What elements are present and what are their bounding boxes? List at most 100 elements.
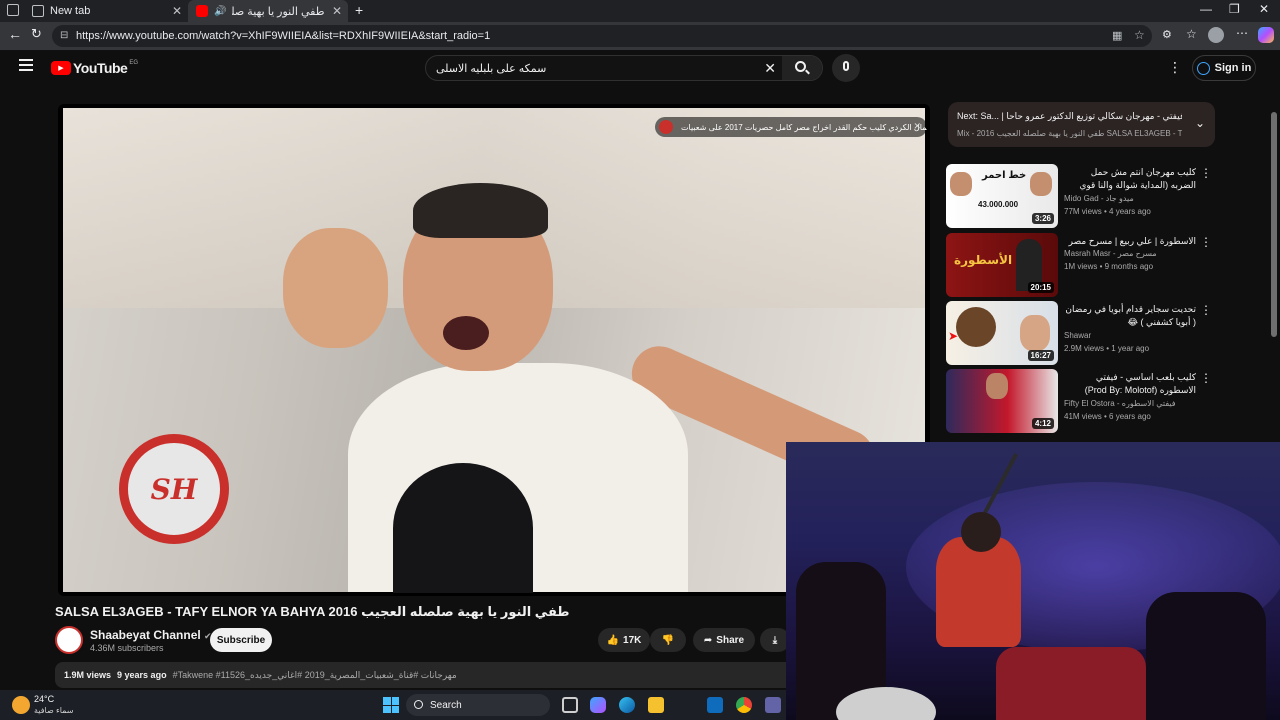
recommendation-channel[interactable]: Fifty El Ostora - فيفتي الاسطوره [1064, 399, 1176, 408]
subscriber-count: 4.36M subscribers [90, 643, 164, 653]
tab-actions-icon[interactable] [7, 4, 19, 16]
recommendation-meta: 2.9M views • 1 year ago [1064, 344, 1150, 353]
windows-start-icon[interactable] [383, 697, 399, 713]
new-tab-button[interactable]: + [355, 2, 363, 18]
recommendation-channel[interactable]: Mido Gad - ميدو جاد [1064, 194, 1134, 203]
facecam-red-chair [996, 647, 1146, 720]
subscribe-button[interactable]: Subscribe [210, 628, 272, 652]
chevron-down-icon[interactable]: ⌄ [1195, 116, 1205, 130]
video-person-mouth [443, 316, 489, 350]
voice-search-button[interactable] [832, 54, 860, 82]
facecam-person-head [961, 512, 1001, 552]
favorites-icon[interactable]: ☆ [1186, 27, 1197, 41]
teams-icon[interactable] [765, 697, 781, 713]
maximize-icon[interactable]: ❐ [1229, 2, 1240, 16]
address-bar[interactable]: ⊟ https://www.youtube.com/watch?v=XhIF9W… [52, 25, 1152, 47]
sign-in-button[interactable]: Sign in [1192, 55, 1256, 81]
extensions-icon[interactable]: ⚙ [1162, 28, 1172, 41]
more-actions-icon[interactable]: ⋮ [1200, 371, 1212, 385]
youtube-wordmark: YouTube [73, 60, 128, 76]
tab-youtube-video[interactable]: 🔊 طفي النور يا بهية صلصله الع ✕ [188, 0, 348, 22]
channel-avatar[interactable] [55, 626, 83, 654]
recommendation-thumbnail[interactable]: ➤ 16:27 [946, 301, 1058, 365]
thumb-caption: خط احمر [982, 170, 1027, 181]
recommendation-thumbnail[interactable]: 4:12 [946, 369, 1058, 433]
temperature[interactable]: 24°C [34, 694, 54, 704]
sign-in-label: Sign in [1214, 62, 1252, 74]
recommendation-item[interactable]: 4:12 كليب بلعب اساسي - فيفتي الاسطوره (P… [946, 369, 1216, 433]
favorite-star-icon[interactable]: ☆ [1134, 28, 1145, 42]
site-info-icon[interactable]: ⊟ [60, 30, 68, 41]
video-dark-figure [393, 463, 533, 593]
back-icon[interactable]: ← [8, 26, 22, 42]
recommendation-meta: 1M views • 9 months ago [1064, 262, 1154, 271]
upload-age: 9 years ago [117, 670, 167, 680]
search-box[interactable]: سمكه على بلبليه الاسلى ✕ [425, 55, 823, 81]
menu-icon[interactable] [19, 59, 33, 71]
more-actions-icon[interactable]: ⋮ [1200, 166, 1212, 180]
close-window-icon[interactable]: ✕ [1259, 2, 1269, 16]
view-count: 1.9M views [64, 670, 112, 680]
file-explorer-icon[interactable] [648, 697, 664, 713]
recommendation-title[interactable]: الاسطورة | علي ربيع | مسرح مصر [1064, 235, 1196, 248]
description-box[interactable]: 1.9M views 9 years ago #Takwene #مهرجانا… [55, 662, 795, 688]
chrome-icon[interactable] [736, 697, 752, 713]
duration-badge: 20:15 [1027, 282, 1054, 293]
scrollbar-thumb[interactable] [1271, 112, 1277, 337]
profile-avatar[interactable] [1208, 27, 1224, 43]
recommendation-channel[interactable]: Shawar [1064, 331, 1091, 340]
tab-new-tab[interactable]: New tab ✕ [24, 0, 188, 22]
recommendation-channel[interactable]: Masrah Masr - مسرح مصر [1064, 249, 1157, 258]
region-code: EG [129, 60, 138, 66]
up-next-title: Next: Sa... | سادات و فيفتي - مهرجان سكا… [957, 111, 1182, 121]
settings-more-icon[interactable]: ⋮ [1168, 59, 1182, 76]
copilot-icon[interactable] [1258, 27, 1274, 43]
account-icon [1196, 61, 1210, 75]
more-actions-icon[interactable]: ⋮ [1200, 303, 1212, 317]
read-mode-icon[interactable]: ▦ [1112, 29, 1122, 42]
share-label: Share [716, 634, 745, 646]
speaker-icon[interactable]: 🔊 [214, 6, 226, 17]
page-scrollbar[interactable] [1268, 100, 1280, 492]
recommendation-item[interactable]: الأسطورة 20:15 الاسطورة | علي ربيع | مسر… [946, 233, 1216, 297]
more-menu-icon[interactable]: ⋯ [1236, 26, 1248, 40]
share-button[interactable]: ➦ Share [693, 628, 755, 652]
up-next-panel[interactable]: Next: Sa... | سادات و فيفتي - مهرجان سكا… [948, 102, 1215, 147]
close-tab-icon[interactable]: ✕ [172, 4, 182, 18]
recommendation-item[interactable]: ➤ 16:27 تحديت سجاير قدام أبويا في رمضان … [946, 301, 1216, 365]
edge-icon[interactable] [619, 697, 635, 713]
youtube-header: ▶ YouTube EG سمكه على بلبليه الاسلى ✕ ⋮ … [0, 50, 1280, 88]
clear-search-icon[interactable]: ✕ [764, 60, 776, 77]
close-tab-icon[interactable]: ✕ [332, 4, 342, 18]
recommendation-title[interactable]: تحديت سجاير قدام أبويا في رمضان ( أبويا … [1064, 303, 1196, 329]
more-actions-icon[interactable]: ⋮ [1200, 235, 1212, 249]
recommendation-thumbnail[interactable]: الأسطورة 20:15 [946, 233, 1058, 297]
search-icon [414, 700, 423, 709]
recommendation-title[interactable]: كليب بلعب اساسي - فيفتي الاسطوره (Prod B… [1064, 371, 1196, 397]
reload-icon[interactable]: ↻ [31, 26, 42, 42]
red-arrow-icon: ➤ [948, 329, 959, 343]
search-button[interactable] [782, 56, 822, 80]
recommendation-title[interactable]: كليب مهرجان انتم مش حمل الضربه (المداية … [1064, 166, 1196, 192]
youtube-play-icon: ▶ [51, 61, 71, 75]
overlay-channel-avatar [659, 120, 673, 134]
weather-icon[interactable] [12, 696, 30, 714]
copilot-taskbar-icon[interactable] [590, 697, 606, 713]
like-button[interactable]: 👍 17K [598, 628, 650, 652]
thumb-face-right [1020, 315, 1050, 351]
search-input[interactable]: سمكه على بلبليه الاسلى [436, 62, 546, 75]
channel-name[interactable]: Shaabeyat Channel ✔ [90, 628, 212, 642]
recommendation-thumbnail[interactable]: خط احمر 43.000.000 3:26 [946, 164, 1058, 228]
minimize-icon[interactable]: — [1200, 2, 1212, 16]
youtube-logo[interactable]: ▶ YouTube EG [51, 60, 138, 76]
hashtags[interactable]: #Takwene #مهرجانات #قناة_شعبيات_المصرية_… [173, 670, 457, 681]
overlay-close-icon[interactable]: ✕ [913, 121, 921, 132]
dislike-button[interactable]: 👎 [650, 628, 686, 652]
taskbar-search[interactable]: Search [406, 694, 550, 716]
recommendation-meta: 77M views • 4 years ago [1064, 207, 1151, 216]
outlook-icon[interactable] [707, 697, 723, 713]
facecam-overlay [786, 442, 1280, 720]
recommendation-item[interactable]: خط احمر 43.000.000 3:26 كليب مهرجان انتم… [946, 164, 1216, 228]
task-view-icon[interactable] [562, 697, 578, 713]
playlist-overlay-title[interactable]: جمال الكردي كليب حكم القدر اخراج مصر كام… [655, 117, 927, 137]
